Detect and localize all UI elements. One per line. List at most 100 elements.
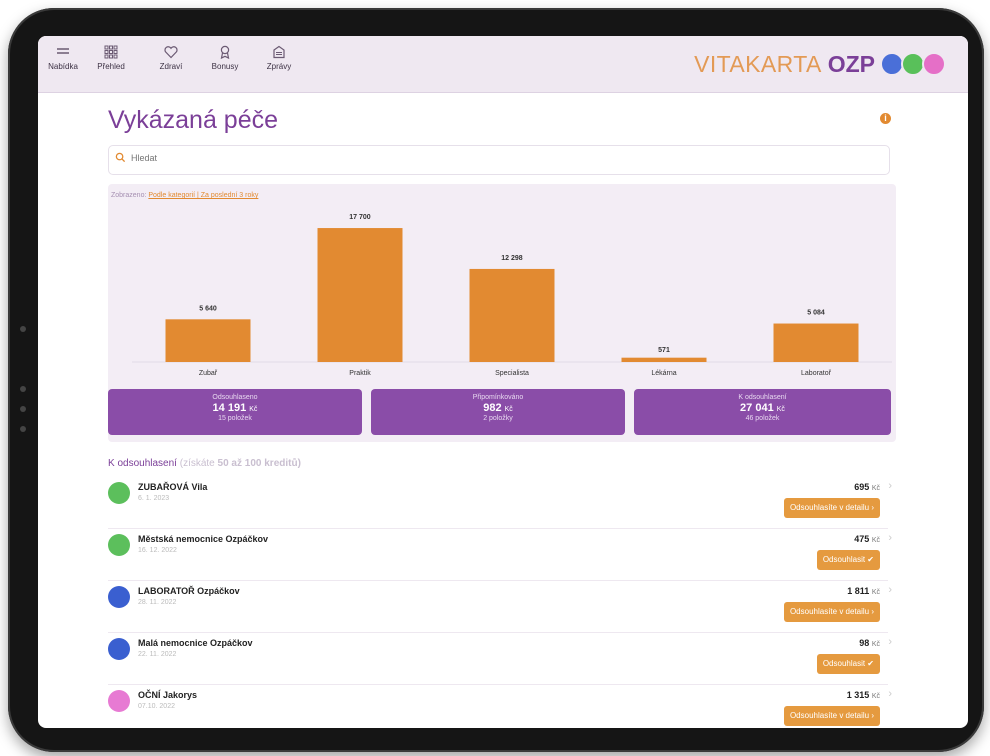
- info-icon[interactable]: i: [880, 113, 891, 124]
- record-date: 07.10. 2022: [138, 703, 175, 710]
- approve-in-detail-button[interactable]: Odsouhlasíte v detailu ›: [783, 602, 880, 622]
- summary-title: Připomínkováno: [472, 394, 524, 401]
- nav-item-zpravy[interactable]: Zprávy: [256, 44, 302, 71]
- list-item[interactable]: OČNÍ Jakorys 07.10. 2022 1 315 Kč › Odso…: [108, 684, 892, 728]
- ribbon-icon: [220, 45, 230, 60]
- chart-bar[interactable]: [165, 319, 251, 362]
- bar-chart: 5 640 Zubař 17 700 Praktik 12 298 Specialista…: [132, 214, 892, 377]
- nav-item-zdravi[interactable]: Zdraví: [148, 44, 194, 71]
- list-item[interactable]: Městská nemocnice Ozpáčkov 16. 12. 2022 …: [108, 528, 892, 581]
- record-amount: 695 Kč: [854, 482, 880, 492]
- inbox-icon: [273, 45, 285, 59]
- section-title: K odsouhlasení: [108, 458, 177, 469]
- amount-currency: Kč: [871, 641, 880, 648]
- list-item[interactable]: ZUBAŘOVÁ Vila 6. 1. 2023 695 Kč › Odsouh…: [108, 476, 892, 529]
- bar-value-label: 17 700: [349, 214, 371, 221]
- chevron-right-icon[interactable]: ›: [888, 636, 892, 648]
- record-amount: 475 Kč: [854, 534, 880, 544]
- amount-currency: Kč: [871, 589, 880, 596]
- amount-currency: Kč: [871, 693, 880, 700]
- record-date: 28. 11. 2022: [138, 599, 177, 606]
- tooth-icon: [108, 482, 130, 504]
- chevron-right-icon[interactable]: ›: [888, 688, 892, 700]
- search-icon: [115, 152, 126, 163]
- record-amount: 98 Kč: [859, 638, 880, 648]
- eye-icon: [108, 690, 130, 712]
- bar-value-label: 12 298: [501, 255, 523, 262]
- provider-name: OČNÍ Jakorys: [138, 690, 198, 700]
- page-title: Vykázaná péče: [108, 106, 279, 134]
- app-screen: Nabídka Přehled Zdraví Bonusy Zprávy VIT…: [38, 36, 968, 728]
- record-amount: 1 315 Kč: [847, 690, 880, 700]
- category-tick-label: Laboratoř: [801, 370, 832, 377]
- category-tick-label: Praktik: [349, 370, 371, 377]
- summary-currency: Kč: [249, 406, 258, 413]
- menu-icon: [57, 48, 69, 54]
- search-bar[interactable]: [108, 145, 890, 175]
- nav-item-prehled[interactable]: Přehled: [88, 44, 134, 71]
- chevron-right-icon[interactable]: ›: [888, 480, 892, 492]
- heart-icon: [164, 46, 178, 59]
- summary-amount: 14 191: [212, 402, 247, 414]
- nav-label: Přehled: [97, 62, 125, 71]
- brand-logo[interactable]: VITAKARTA OZP: [694, 49, 946, 79]
- brand-circle-pink: [922, 52, 946, 76]
- record-amount: 1 811 Kč: [847, 586, 880, 596]
- chart-bar[interactable]: [621, 357, 707, 362]
- approve-button[interactable]: Odsouhlasit ✔: [816, 654, 880, 674]
- search-input[interactable]: [129, 152, 833, 164]
- side-button: [20, 426, 26, 432]
- summary-count: 2 položky: [483, 415, 513, 422]
- approve-in-detail-button[interactable]: Odsouhlasíte v detailu ›: [783, 706, 880, 726]
- nav-label: Nabídka: [48, 62, 78, 71]
- summary-card-approved[interactable]: Odsouhlaseno 14 191 Kč 15 položek: [108, 389, 362, 435]
- brand-circles-icon: [880, 52, 946, 76]
- nav-label: Bonusy: [211, 62, 239, 71]
- summary-count: 46 položek: [745, 415, 780, 422]
- side-button: [20, 406, 26, 412]
- side-button: [20, 386, 26, 392]
- amount-currency: Kč: [871, 485, 880, 492]
- record-date: 6. 1. 2023: [138, 495, 170, 502]
- bar-value-label: 571: [658, 347, 670, 354]
- list-item[interactable]: LABORATOŘ Ozpáčkov 28. 11. 2022 1 811 Kč…: [108, 580, 892, 633]
- summary-count: 15 položek: [218, 415, 252, 422]
- amount-currency: Kč: [871, 537, 880, 544]
- amount-value: 98: [859, 638, 870, 648]
- chevron-right-icon[interactable]: ›: [888, 532, 892, 544]
- section-bonus: 50 až 100 kreditů): [217, 458, 301, 469]
- category-tick-label: Zubař: [199, 370, 218, 377]
- chart-bar[interactable]: [317, 228, 403, 362]
- bar-value-label: 5 640: [199, 305, 217, 312]
- approve-button[interactable]: Odsouhlasit ✔: [816, 550, 880, 570]
- record-date: 16. 12. 2022: [138, 547, 177, 554]
- side-button: [20, 326, 26, 332]
- chart-bar[interactable]: [773, 323, 859, 362]
- summary-title: K odsouhlasení: [738, 394, 787, 401]
- summary-currency: Kč: [776, 406, 785, 413]
- list-item[interactable]: Malá nemocnice Ozpáčkov 22. 11. 2022 98 …: [108, 632, 892, 685]
- summary-amount-line: 27 041 Kč: [634, 402, 891, 414]
- summary-card-commented[interactable]: Připomínkováno 982 Kč 2 položky: [371, 389, 625, 435]
- chart-panel: Zobrazeno: Podle kategorií | Za poslední…: [108, 184, 896, 442]
- hospital-icon: [108, 638, 130, 660]
- summary-card-to-approve[interactable]: K odsouhlasení 27 041 Kč 46 položek: [634, 389, 891, 435]
- top-navigation: Nabídka Přehled Zdraví Bonusy Zprávy VIT…: [38, 36, 968, 93]
- chevron-right-icon[interactable]: ›: [888, 584, 892, 596]
- brand-name-vitakarta: VITAKARTA: [694, 50, 822, 77]
- amount-value: 1 811: [847, 586, 870, 596]
- grid-icon: [104, 45, 118, 59]
- provider-name: ZUBAŘOVÁ Vila: [138, 482, 208, 492]
- provider-name: Malá nemocnice Ozpáčkov: [138, 638, 253, 648]
- section-heading: K odsouhlasení (získáte 50 až 100 kredit…: [108, 458, 301, 469]
- nav-item-bonusy[interactable]: Bonusy: [202, 44, 248, 71]
- flask-icon: [108, 586, 130, 608]
- summary-amount: 982: [483, 402, 502, 414]
- nav-item-nabidka[interactable]: Nabídka: [40, 44, 86, 71]
- provider-name: LABORATOŘ Ozpáčkov: [138, 586, 240, 596]
- summary-amount-line: 982 Kč: [371, 402, 625, 414]
- provider-name: Městská nemocnice Ozpáčkov: [138, 534, 269, 544]
- record-date: 22. 11. 2022: [138, 651, 177, 658]
- chart-bar[interactable]: [469, 268, 555, 362]
- approve-in-detail-button[interactable]: Odsouhlasíte v detailu ›: [783, 498, 880, 518]
